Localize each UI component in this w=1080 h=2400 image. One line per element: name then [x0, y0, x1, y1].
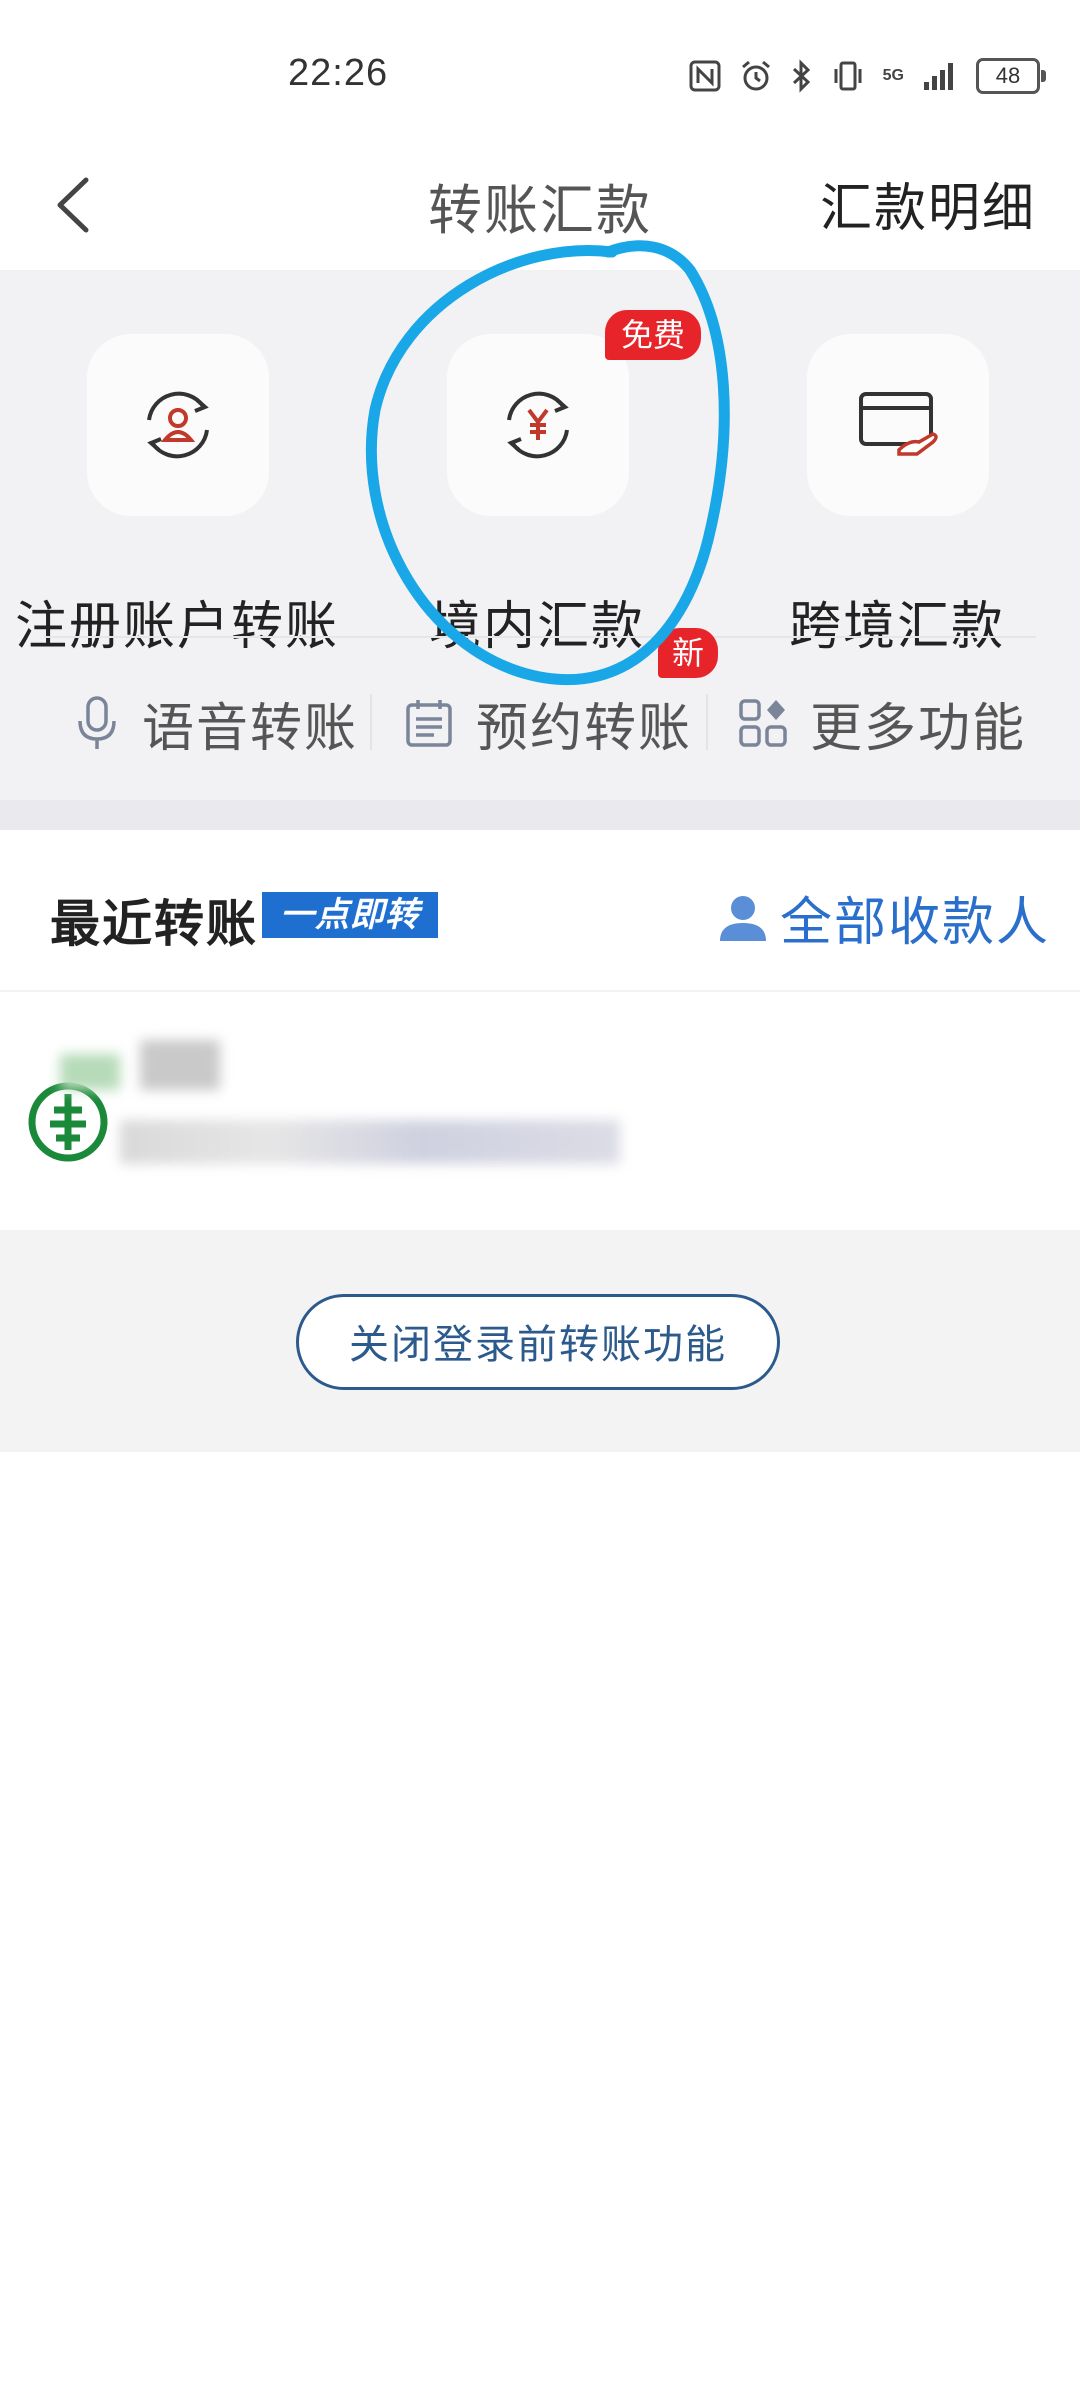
- header: 转账汇款 汇款明细: [0, 140, 1080, 270]
- recent-payee-row[interactable]: [0, 1000, 1080, 1230]
- cross-border-card-icon: [859, 392, 938, 456]
- status-bar: 22:26 5G 48: [0, 0, 1080, 140]
- status-time: 22:26: [288, 52, 389, 94]
- vibrate-icon: [834, 61, 862, 91]
- separator: [706, 694, 708, 750]
- func-icon-box: [447, 334, 629, 516]
- battery-icon: 48: [976, 58, 1046, 94]
- all-payees-label: 全部收款人: [779, 894, 1050, 952]
- func-label: 注册账户转账: [14, 598, 339, 656]
- func-label: 跨境汇款: [788, 598, 1005, 656]
- section-divider: [0, 800, 1080, 830]
- cross-border-remittance-button[interactable]: 跨境汇款: [732, 334, 1062, 656]
- quick-label: 更多功能: [810, 699, 1027, 758]
- new-badge: 新: [658, 628, 718, 678]
- remittance-detail-link[interactable]: 汇款明细: [820, 166, 1036, 241]
- free-badge: 免费: [605, 310, 701, 360]
- func-label: 境内汇款: [428, 598, 645, 656]
- bluetooth-icon: [792, 59, 810, 93]
- recent-title: 最近转账: [50, 896, 258, 952]
- registered-account-transfer-icon: [147, 391, 209, 459]
- recent-transfers-section: 最近转账 一点即转 全部收款人: [0, 830, 1080, 1230]
- more-functions-button[interactable]: 更多功能: [738, 668, 1026, 778]
- calendar-icon: [406, 700, 452, 747]
- quick-actions-row: 语音转账 预约转账 更多功能: [0, 668, 1080, 778]
- quick-label: 预约转账: [476, 699, 693, 758]
- divider: [44, 636, 1036, 638]
- action-area: 关闭登录前转账功能: [0, 1230, 1080, 1452]
- network-type: 5G: [882, 67, 904, 84]
- domestic-remittance-yen-icon: [507, 391, 569, 459]
- alarm-icon: [741, 60, 770, 91]
- blurred-payee-name: [140, 1040, 220, 1090]
- close-pre-login-transfer-button[interactable]: 关闭登录前转账功能: [296, 1294, 780, 1390]
- domestic-remittance-button[interactable]: 境内汇款: [372, 334, 702, 656]
- separator: [370, 694, 372, 750]
- func-icon-box: [87, 334, 269, 516]
- quick-label: 语音转账: [142, 699, 359, 758]
- scheduled-transfer-button[interactable]: 预约转账: [404, 668, 692, 778]
- register-account-transfer-button[interactable]: 注册账户转账: [12, 334, 342, 656]
- microphone-icon: [78, 696, 116, 749]
- status-icons: 5G 48: [689, 58, 1046, 94]
- quick-transfer-tag: 一点即转: [262, 892, 438, 938]
- function-area: 注册账户转账 境内汇款 跨境汇款 免费 语音转账 预约转账 更多功能 新: [0, 270, 1080, 800]
- divider: [0, 990, 1080, 992]
- func-icon-box: [807, 334, 989, 516]
- signal-icon: [924, 63, 953, 90]
- bank-logo-icon: [28, 1082, 108, 1162]
- grid-more-icon: [739, 699, 787, 747]
- person-icon: [719, 895, 766, 941]
- blurred-payee-name: [60, 1054, 120, 1090]
- blurred-account-number: [120, 1120, 620, 1164]
- all-payees-link[interactable]: 全部收款人: [716, 880, 1050, 955]
- voice-transfer-button[interactable]: 语音转账: [74, 668, 358, 778]
- nfc-icon: [689, 60, 721, 92]
